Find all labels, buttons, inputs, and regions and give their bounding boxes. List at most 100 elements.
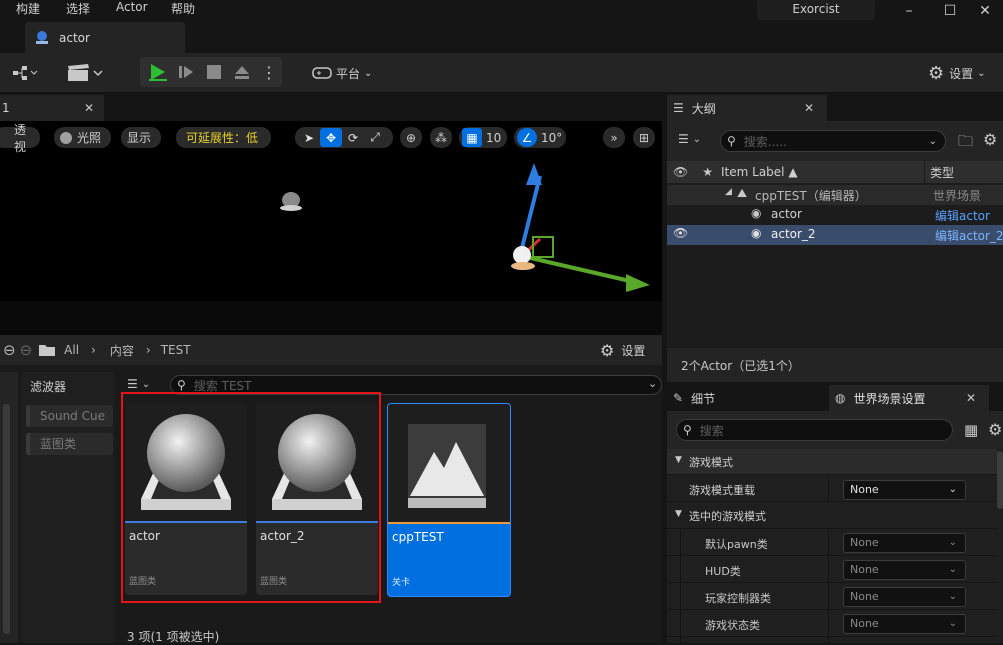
outliner-row-actor[interactable]: ◉ actor 编辑actor — [667, 205, 1003, 225]
game-mode-override-select[interactable]: None ⌄ — [843, 480, 966, 500]
breadcrumb-test[interactable]: TEST — [161, 343, 191, 357]
select-cursor-icon[interactable]: ➤ — [298, 131, 320, 145]
scale-icon[interactable]: ⤢ — [364, 130, 386, 145]
world-local-toggle[interactable]: ⊕ — [400, 127, 422, 148]
show-label: 显示 — [127, 131, 152, 145]
menu-select[interactable]: 选择 — [66, 0, 90, 17]
breadcrumb-content[interactable]: 内容 — [110, 342, 134, 359]
section-selected-label: 选中的游戏模式 — [689, 510, 766, 523]
globe-icon: ⊕ — [405, 130, 417, 145]
viewport-layout-button[interactable]: ⊞ — [633, 127, 655, 148]
select-value: None — [850, 617, 879, 630]
eject-button[interactable] — [229, 60, 255, 84]
level-icon: ⛰ — [737, 186, 748, 200]
gamepad-icon — [312, 67, 332, 79]
edit-actor-link[interactable]: 编辑actor — [935, 207, 990, 224]
hud-select[interactable]: None ⌄ — [843, 560, 966, 580]
grid-snap-control[interactable]: ▦ 10 — [459, 127, 507, 148]
scalability-warning[interactable]: 可延展性：低 — [176, 127, 271, 148]
game-state-select[interactable]: None ⌄ — [843, 614, 966, 634]
gear-icon[interactable]: ⚙ — [988, 420, 1002, 439]
tab-viewport[interactable]: 1 ✕ — [0, 95, 104, 121]
property-label: HUD类 — [705, 565, 741, 578]
cinematics-button[interactable] — [66, 62, 106, 84]
translate-icon[interactable]: ✥ — [320, 128, 342, 147]
asset-tile-cpptest[interactable]: cppTEST 关卡 — [387, 403, 511, 597]
column-item-label[interactable]: Item Label ▲ — [721, 165, 798, 179]
close-icon[interactable]: ✕ — [804, 101, 814, 115]
default-pawn-select[interactable]: None ⌄ — [843, 533, 966, 553]
details-tab-label: 细节 — [691, 391, 716, 406]
level-viewport[interactable] — [0, 121, 662, 301]
tab-actor[interactable]: actor — [25, 22, 185, 53]
close-window-button[interactable]: ✕ — [967, 0, 1003, 22]
select-value: None — [850, 590, 879, 603]
outliner-row-actor-2[interactable]: 👁 ◉ actor_2 编辑actor_2 — [667, 225, 1003, 245]
grid-icon: ▦ — [462, 128, 482, 147]
rotate-icon[interactable]: ⟳ — [342, 131, 364, 145]
tab-world-settings[interactable]: ◍ 世界场景设置 ✕ — [829, 385, 989, 411]
column-divider — [924, 161, 925, 183]
platform-menu[interactable]: 平台 ⌄ — [311, 62, 372, 84]
gear-icon[interactable]: ⚙ — [983, 130, 997, 149]
chevron-right-icon: › — [91, 343, 96, 357]
outliner-search-placeholder: 搜索..... — [743, 134, 787, 149]
scrollbar[interactable] — [997, 451, 1003, 509]
expand-triangle-icon[interactable]: ◢ — [725, 187, 732, 197]
show-menu[interactable]: 显示 — [121, 127, 161, 148]
blueprints-button[interactable] — [12, 62, 38, 84]
section-selected-game-mode[interactable]: ▼ 选中的游戏模式 — [667, 503, 997, 529]
details-search-input[interactable]: ⚲ 搜索 — [676, 419, 953, 441]
minimize-button[interactable]: – — [886, 0, 932, 22]
outliner-search-input[interactable]: ⚲ 搜索..... ⌄ — [720, 130, 946, 152]
surface-snapping-button[interactable]: ⁂ — [430, 127, 452, 148]
visibility-eye-icon[interactable]: 👁 — [673, 226, 688, 240]
level-mountain-icon — [408, 424, 486, 508]
filter-blueprint-class[interactable]: 蓝图类 — [26, 433, 113, 455]
property-label: 游戏模式重载 — [689, 484, 755, 497]
chevron-down-icon[interactable]: ⌄ — [648, 377, 657, 390]
expand-toolbar-button[interactable]: » — [603, 127, 625, 148]
content-search-placeholder: 搜索 TEST — [193, 378, 252, 393]
lighting-menu[interactable]: 光照 — [54, 127, 111, 148]
table-view-icon[interactable]: ▦ — [964, 421, 978, 439]
back-icon[interactable]: ⊖ — [3, 341, 16, 359]
menu-actor[interactable]: Actor — [116, 0, 148, 14]
filter-sound-cue[interactable]: Sound Cue — [26, 405, 113, 427]
scrollbar[interactable] — [3, 404, 10, 634]
chevron-down-icon: ⌄ — [948, 484, 957, 495]
menu-build[interactable]: 构建 — [16, 0, 40, 17]
section-game-mode[interactable]: ▼ 游戏模式 — [667, 449, 997, 475]
perspective-menu[interactable]: 透视 — [0, 123, 40, 154]
tab-outliner[interactable]: ☰ 大纲 ✕ — [667, 95, 827, 121]
play-button[interactable] — [143, 60, 171, 84]
column-type[interactable]: 类型 — [930, 164, 954, 181]
add-folder-icon[interactable]: 🗀 — [958, 131, 973, 156]
breadcrumb-all[interactable]: All — [64, 343, 79, 357]
chevron-down-icon: ⌄ — [141, 378, 151, 390]
toolbar-settings[interactable]: ⚙ 设置 ⌄ — [928, 62, 986, 84]
stop-button[interactable] — [201, 60, 227, 84]
content-browser-settings[interactable]: ⚙ 设置 — [600, 340, 645, 360]
asset-type-bar — [388, 522, 510, 524]
play-options-menu[interactable]: ⋮ — [260, 60, 278, 84]
outliner-filter-menu[interactable]: ☰ ⌄ — [678, 132, 701, 146]
clapperboard-icon — [68, 64, 103, 81]
rotation-snap-control[interactable]: ∠ 10° — [514, 127, 566, 148]
close-icon[interactable]: ✕ — [84, 101, 94, 115]
close-icon[interactable]: ✕ — [966, 391, 976, 405]
advance-frame-button[interactable] — [173, 60, 199, 84]
edit-actor-2-link[interactable]: 编辑actor_2 — [935, 227, 1003, 244]
tab-actor-label: actor — [59, 30, 90, 45]
menu-help[interactable]: 帮助 — [171, 0, 195, 17]
filter-menu[interactable]: ☰ ⌄ — [127, 377, 150, 391]
player-controller-select[interactable]: None ⌄ — [843, 587, 966, 607]
tab-details[interactable]: ✎ 细节 — [667, 385, 715, 411]
outliner-row-world[interactable]: ◢ ⛰ cppTEST（编辑器） 世界场景 — [667, 185, 1003, 205]
breadcrumb: ⊖ ⊖ All › 内容 › TEST — [3, 340, 191, 360]
forward-icon[interactable]: ⊖ — [20, 341, 33, 359]
visibility-eye-icon[interactable]: 👁 — [673, 165, 688, 179]
lighting-label: 光照 — [77, 131, 102, 145]
star-icon[interactable]: ★ — [702, 165, 713, 179]
chevron-down-icon: ⌄ — [948, 591, 957, 602]
